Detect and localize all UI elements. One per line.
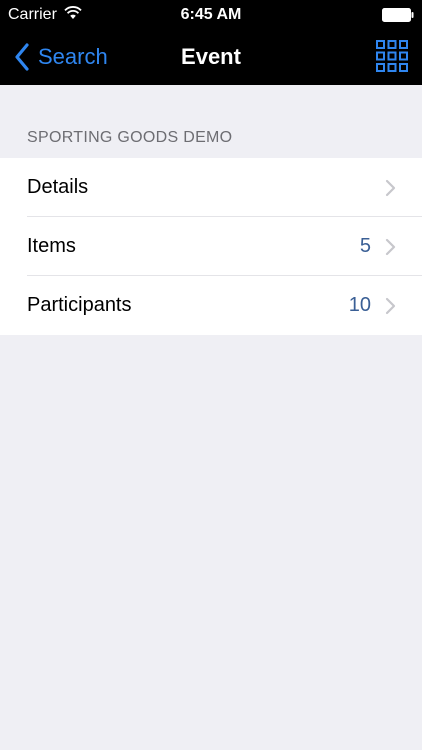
items-count: 5 xyxy=(359,235,371,257)
battery-icon xyxy=(382,8,414,22)
grid-icon[interactable] xyxy=(376,40,408,72)
items-row[interactable]: Items 5 xyxy=(0,217,422,276)
back-button-label: Search xyxy=(38,44,108,69)
participants-row[interactable]: Participants 10 xyxy=(0,276,422,335)
navigation-bar: Search Event xyxy=(0,30,422,85)
row-label: Details xyxy=(27,176,89,198)
chevron-right-icon xyxy=(385,179,396,196)
details-row[interactable]: Details xyxy=(0,158,422,217)
chevron-right-icon xyxy=(385,297,396,314)
row-label: Participants xyxy=(27,294,132,316)
row-label: Items xyxy=(27,235,76,257)
chevron-right-icon xyxy=(385,238,396,255)
status-bar: Carrier 6:45 AM xyxy=(0,0,422,30)
participants-count: 10 xyxy=(348,294,371,316)
chevron-left-icon xyxy=(15,43,29,71)
status-time: 6:45 AM xyxy=(180,6,242,23)
section-header: SPORTING GOODS DEMO xyxy=(27,129,233,146)
event-table: Details Items 5 Participants 10 xyxy=(0,158,422,335)
back-button[interactable]: Search xyxy=(14,42,108,72)
